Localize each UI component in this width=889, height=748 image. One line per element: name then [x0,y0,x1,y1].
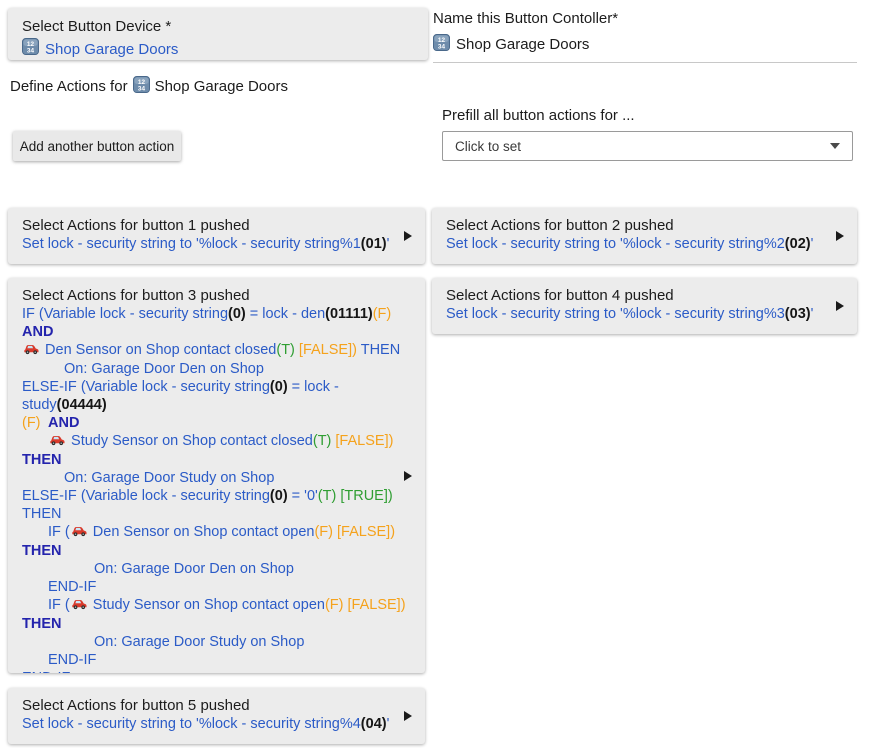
select-button-device-panel[interactable]: Select Button Device * 1234 Shop Garage … [8,8,428,60]
button-device-name: Shop Garage Doors [45,40,178,60]
panel-title: Select Actions for button 1 pushed [22,217,411,235]
rule-line: Set lock - security string to '%lock - s… [22,715,411,733]
panel-title: Select Actions for button 2 pushed [446,217,843,235]
button-actions-panel-2[interactable]: Select Actions for button 2 pushedSet lo… [432,208,857,264]
button-actions-panel-5[interactable]: Select Actions for button 5 pushedSet lo… [8,688,425,744]
svg-text:34: 34 [137,86,145,93]
input-numbers-icon: 1234 [433,34,450,55]
panel-title: Select Actions for button 3 pushed [22,287,411,305]
car-icon [71,597,88,615]
button-device-link[interactable]: 1234 Shop Garage Doors [22,38,414,60]
define-actions-heading: Define Actions for 1234 Shop Garage Door… [10,76,288,97]
expand-arrow-icon[interactable] [836,301,844,311]
rule-line: IF ( Den Sensor on Shop contact open(F) … [22,523,411,542]
input-numbers-icon: 1234 [22,38,39,60]
rule-line: Set lock - security string to '%lock - s… [22,235,411,253]
dropdown-caret-icon [830,143,840,149]
controller-name-input[interactable]: 1234 Shop Garage Doors [433,34,857,63]
prefill-select-value: Click to set [455,139,830,154]
rule-line: On: Garage Door Den on Shop [22,560,411,578]
expand-arrow-icon[interactable] [404,711,412,721]
rule-line: END-IF [22,651,411,669]
svg-text:34: 34 [27,48,35,55]
rule-line: THEN [22,451,411,469]
panel-title: Select Actions for button 5 pushed [22,697,411,715]
prefill-label: Prefill all button actions for ... [442,107,635,124]
button-actions-panel-3[interactable]: Select Actions for button 3 pushedIF (Va… [8,278,425,673]
rule-line: AND [22,323,411,341]
rule-line: On: Garage Door Study on Shop [22,633,411,651]
panel-title: Select Actions for button 4 pushed [446,287,843,305]
controller-name-value: Shop Garage Doors [456,36,589,53]
rule-line: Set lock - security string to '%lock - s… [446,235,843,253]
prefill-select[interactable]: Click to set [442,131,853,161]
car-icon [71,524,88,542]
rule-line: ELSE-IF (Variable lock - security string… [22,378,411,414]
car-icon [23,342,40,360]
rule-line: THEN [22,615,411,633]
svg-text:34: 34 [438,44,446,51]
controller-name-area: Name this Button Contoller* 1234 Shop Ga… [433,10,857,63]
expand-arrow-icon[interactable] [836,231,844,241]
rule-line: END-IF [22,669,411,673]
add-button-action-button[interactable]: Add another button action [13,131,181,161]
controller-name-label: Name this Button Contoller* [433,10,857,28]
rule-line: (F) AND [22,414,411,432]
rule-line: THEN [22,542,411,560]
rule-line: IF (Variable lock - security string(0) =… [22,305,411,323]
rule-line: Study Sensor on Shop contact closed(T) [… [22,432,411,451]
expand-arrow-icon[interactable] [404,231,412,241]
expand-arrow-icon[interactable] [404,471,412,481]
button-actions-panel-1[interactable]: Select Actions for button 1 pushedSet lo… [8,208,425,264]
rule-line: On: Garage Door Den on Shop [22,360,411,378]
rule-line: Set lock - security string to '%lock - s… [446,305,843,323]
rule-line: END-IF [22,578,411,596]
button-actions-panel-4[interactable]: Select Actions for button 4 pushedSet lo… [432,278,857,334]
input-numbers-icon: 1234 [133,76,150,97]
rule-line: Den Sensor on Shop contact closed(T) [FA… [22,341,411,360]
define-actions-prefix: Define Actions for [10,78,128,95]
define-actions-device: Shop Garage Doors [155,78,288,95]
car-icon [49,433,66,451]
select-button-device-label: Select Button Device * [22,17,414,36]
rule-line: IF ( Study Sensor on Shop contact open(F… [22,596,411,615]
rule-line: ELSE-IF (Variable lock - security string… [22,487,411,523]
rule-line: On: Garage Door Study on Shop [22,469,411,487]
